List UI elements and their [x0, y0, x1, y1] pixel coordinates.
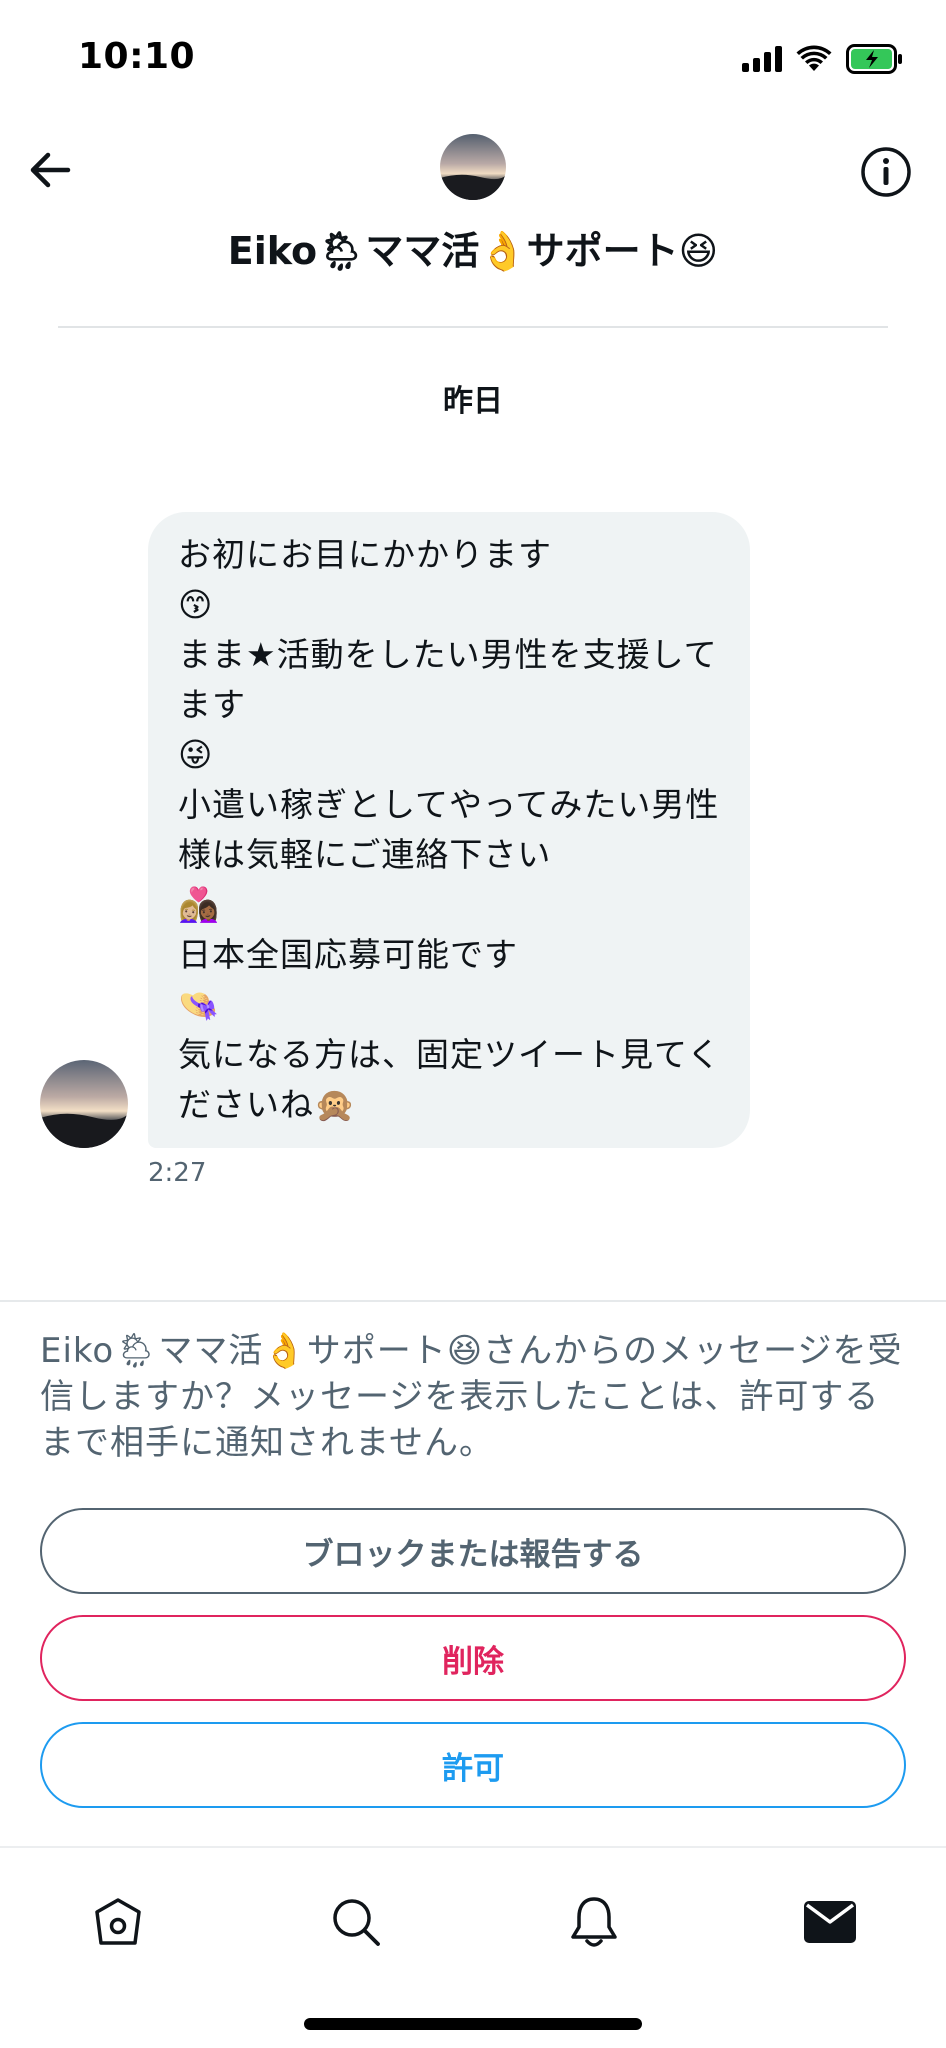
tab-home[interactable] — [78, 1882, 158, 1962]
contact-name: Eiko🌦ママ活👌サポート😆 — [227, 229, 719, 273]
tab-search[interactable] — [316, 1882, 396, 1962]
message-request-panel: Eiko🌦ママ活👌サポート😆さんからのメッセージを受信しますか？メッセージを表示… — [0, 1300, 946, 1848]
header-divider — [58, 326, 888, 328]
home-indicator — [304, 2018, 642, 2030]
status-bar: 10:10 — [0, 0, 946, 120]
info-button[interactable] — [856, 142, 916, 202]
home-icon — [95, 1898, 141, 1945]
bottom-tab-bar — [0, 1846, 946, 2048]
message-text: お初にお目にかかります 😙 まま★活動をしたい男性を支援してます 😜 小遣い稼ぎ… — [178, 535, 722, 1124]
sender-avatar[interactable] — [40, 1060, 128, 1148]
tab-notifications[interactable] — [554, 1882, 634, 1962]
wifi-icon — [796, 45, 832, 71]
contact-avatar[interactable] — [440, 134, 506, 200]
cellular-signal-icon — [742, 46, 782, 72]
block-report-button[interactable]: ブロックまたは報告する — [40, 1508, 906, 1594]
back-button[interactable] — [22, 142, 78, 198]
search-icon — [333, 1899, 380, 1946]
battery-charging-icon — [846, 44, 902, 74]
mail-icon — [804, 1901, 856, 1943]
arrow-left-icon — [30, 152, 71, 188]
status-icons — [742, 42, 904, 76]
delete-button[interactable]: 削除 — [40, 1615, 906, 1701]
message-timestamp: 2:27 — [148, 1158, 207, 1188]
message-request-prompt: Eiko🌦ママ活👌サポート😆さんからのメッセージを受信しますか？メッセージを表示… — [40, 1331, 903, 1463]
bell-icon — [571, 1897, 617, 1947]
info-circle-icon — [861, 147, 911, 197]
status-time: 10:10 — [78, 36, 196, 77]
tab-messages[interactable] — [790, 1882, 870, 1962]
message-bubble[interactable]: お初にお目にかかります 😙 まま★活動をしたい男性を支援してます 😜 小遣い稼ぎ… — [148, 512, 750, 1148]
conversation-header: Eiko🌦ママ活👌サポート😆 — [0, 120, 946, 290]
date-separator: 昨日 — [443, 384, 503, 419]
allow-button[interactable]: 許可 — [40, 1722, 906, 1808]
